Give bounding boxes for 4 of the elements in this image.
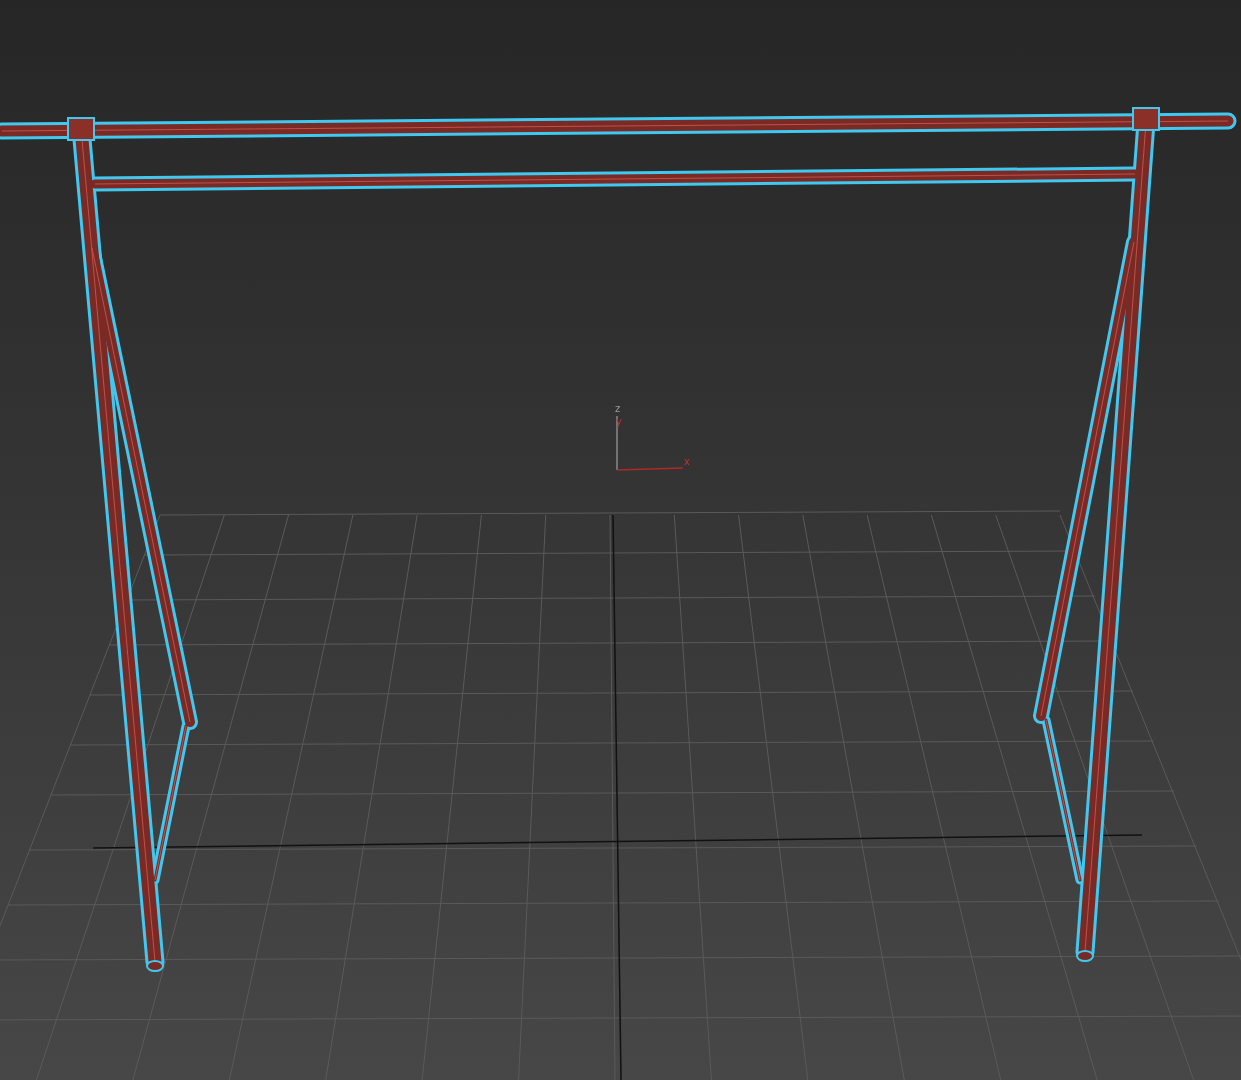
axis-label: z: [615, 403, 621, 414]
axis-label: y: [616, 416, 622, 427]
axis-label: x: [684, 456, 690, 467]
axis-gizmo-icon: [616, 415, 684, 471]
